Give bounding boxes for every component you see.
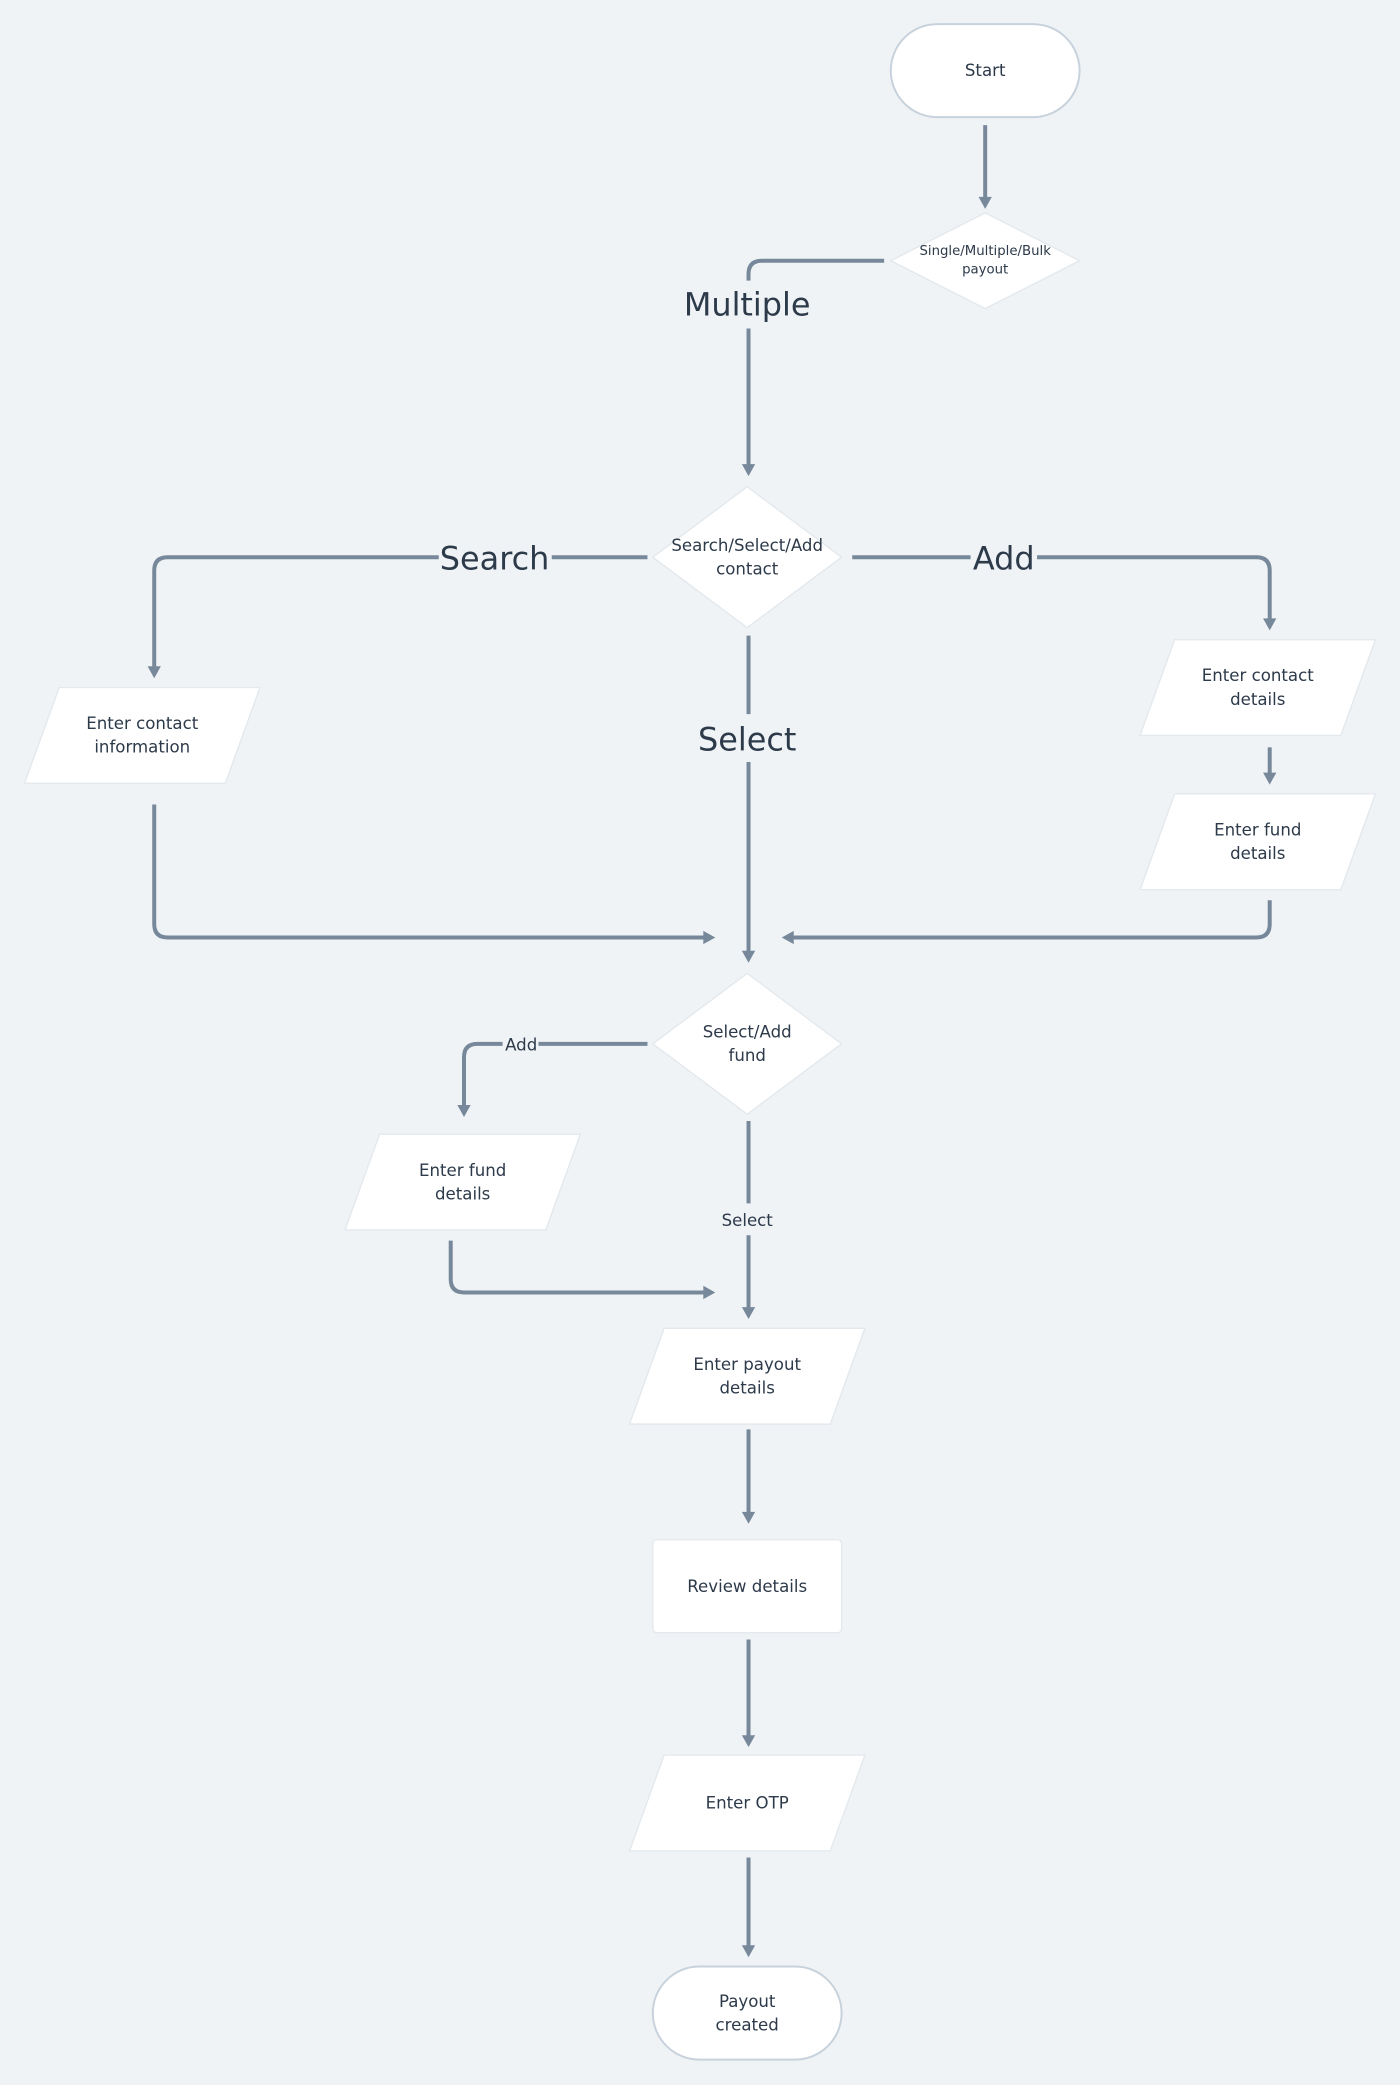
node-label: Enter contact <box>1202 666 1315 685</box>
node-label: details <box>720 1379 775 1398</box>
input-shape <box>344 1133 582 1231</box>
edge-info-to-merge <box>152 804 706 940</box>
edge-funddetails-to-merge <box>791 900 1272 940</box>
edge-funddetails-to-payout <box>448 1240 706 1295</box>
node-label: Search/Select/Add <box>671 536 823 555</box>
edge-add-to-details <box>1037 555 1272 622</box>
arrowhead-icon <box>703 1285 716 1300</box>
node-label: fund <box>728 1046 765 1065</box>
decision-shape <box>890 212 1081 310</box>
edge-label-search: Search <box>440 540 550 578</box>
arrowhead-icon <box>741 1307 756 1320</box>
arrowhead-icon <box>781 930 794 945</box>
node-label: details <box>435 1184 490 1203</box>
node-label: created <box>716 2015 779 2034</box>
arrowhead-icon <box>741 464 756 477</box>
edge-label-select-contact: Select <box>698 720 796 758</box>
node-label: Payout <box>719 1992 776 2011</box>
node-enter-contact-info[interactable]: Enter contact information <box>23 686 261 784</box>
edge-label-add-fund: Add <box>505 1036 537 1055</box>
node-contact-choice[interactable]: Search/Select/Add contact <box>652 486 843 629</box>
node-label: details <box>1230 690 1285 709</box>
edge-type-to-multiple <box>746 258 885 281</box>
node-enter-fund-details-contact[interactable]: Enter fund details <box>1139 793 1377 891</box>
node-label: Enter OTP <box>706 1793 789 1812</box>
edge-label-select-fund: Select <box>722 1211 774 1230</box>
decision-shape <box>652 972 843 1115</box>
node-start[interactable]: Start <box>889 23 1081 119</box>
input-shape <box>1139 638 1377 737</box>
node-label: Enter fund <box>419 1161 506 1180</box>
edge-search-to-info <box>152 555 439 669</box>
node-label: Start <box>965 61 1006 80</box>
node-enter-fund-details[interactable]: Enter fund details <box>344 1133 582 1231</box>
arrowhead-icon <box>741 1735 756 1748</box>
edge-label-add-contact: Add <box>973 540 1035 578</box>
input-shape <box>1139 793 1377 891</box>
arrowhead-icon <box>457 1104 471 1117</box>
node-payout-created[interactable]: Payout created <box>651 1965 843 2061</box>
node-label: information <box>94 738 190 757</box>
node-review-details[interactable]: Review details <box>652 1539 843 1634</box>
node-payout-type[interactable]: Single/Multiple/Bulk payout <box>890 212 1081 310</box>
input-shape <box>23 686 261 784</box>
node-label: Single/Multiple/Bulk <box>919 244 1051 259</box>
node-label: Enter fund <box>1214 820 1301 839</box>
node-fund-choice[interactable]: Select/Add fund <box>652 972 843 1115</box>
arrowhead-icon <box>1263 772 1277 785</box>
arrowhead-icon <box>741 950 756 963</box>
edge-label-multiple: Multiple <box>684 286 811 324</box>
arrowhead-icon <box>741 1945 756 1958</box>
node-label: Select/Add <box>703 1023 792 1042</box>
node-label: contact <box>716 560 779 579</box>
arrowhead-icon <box>741 1511 756 1524</box>
node-enter-otp[interactable]: Enter OTP <box>628 1754 866 1852</box>
arrowhead-icon <box>147 666 161 679</box>
payout-flowchart: Multiple Search Add Select Add Select Start Sin… <box>23 23 1377 2061</box>
decision-shape <box>652 486 843 629</box>
node-enter-payout-details[interactable]: Enter payout details <box>628 1327 866 1425</box>
edge-add-to-funddetails <box>462 1041 503 1108</box>
terminal-shape <box>651 1965 843 2061</box>
node-label: Review details <box>687 1577 807 1596</box>
input-shape <box>628 1327 866 1425</box>
arrowhead-icon <box>1263 618 1277 631</box>
arrowhead-icon <box>703 930 716 945</box>
node-enter-contact-details[interactable]: Enter contact details <box>1139 638 1377 737</box>
node-label: payout <box>962 263 1008 278</box>
node-label: Enter payout <box>693 1355 801 1374</box>
arrowhead-icon <box>978 196 992 209</box>
node-label: details <box>1230 844 1285 863</box>
node-label: Enter contact <box>86 714 199 733</box>
